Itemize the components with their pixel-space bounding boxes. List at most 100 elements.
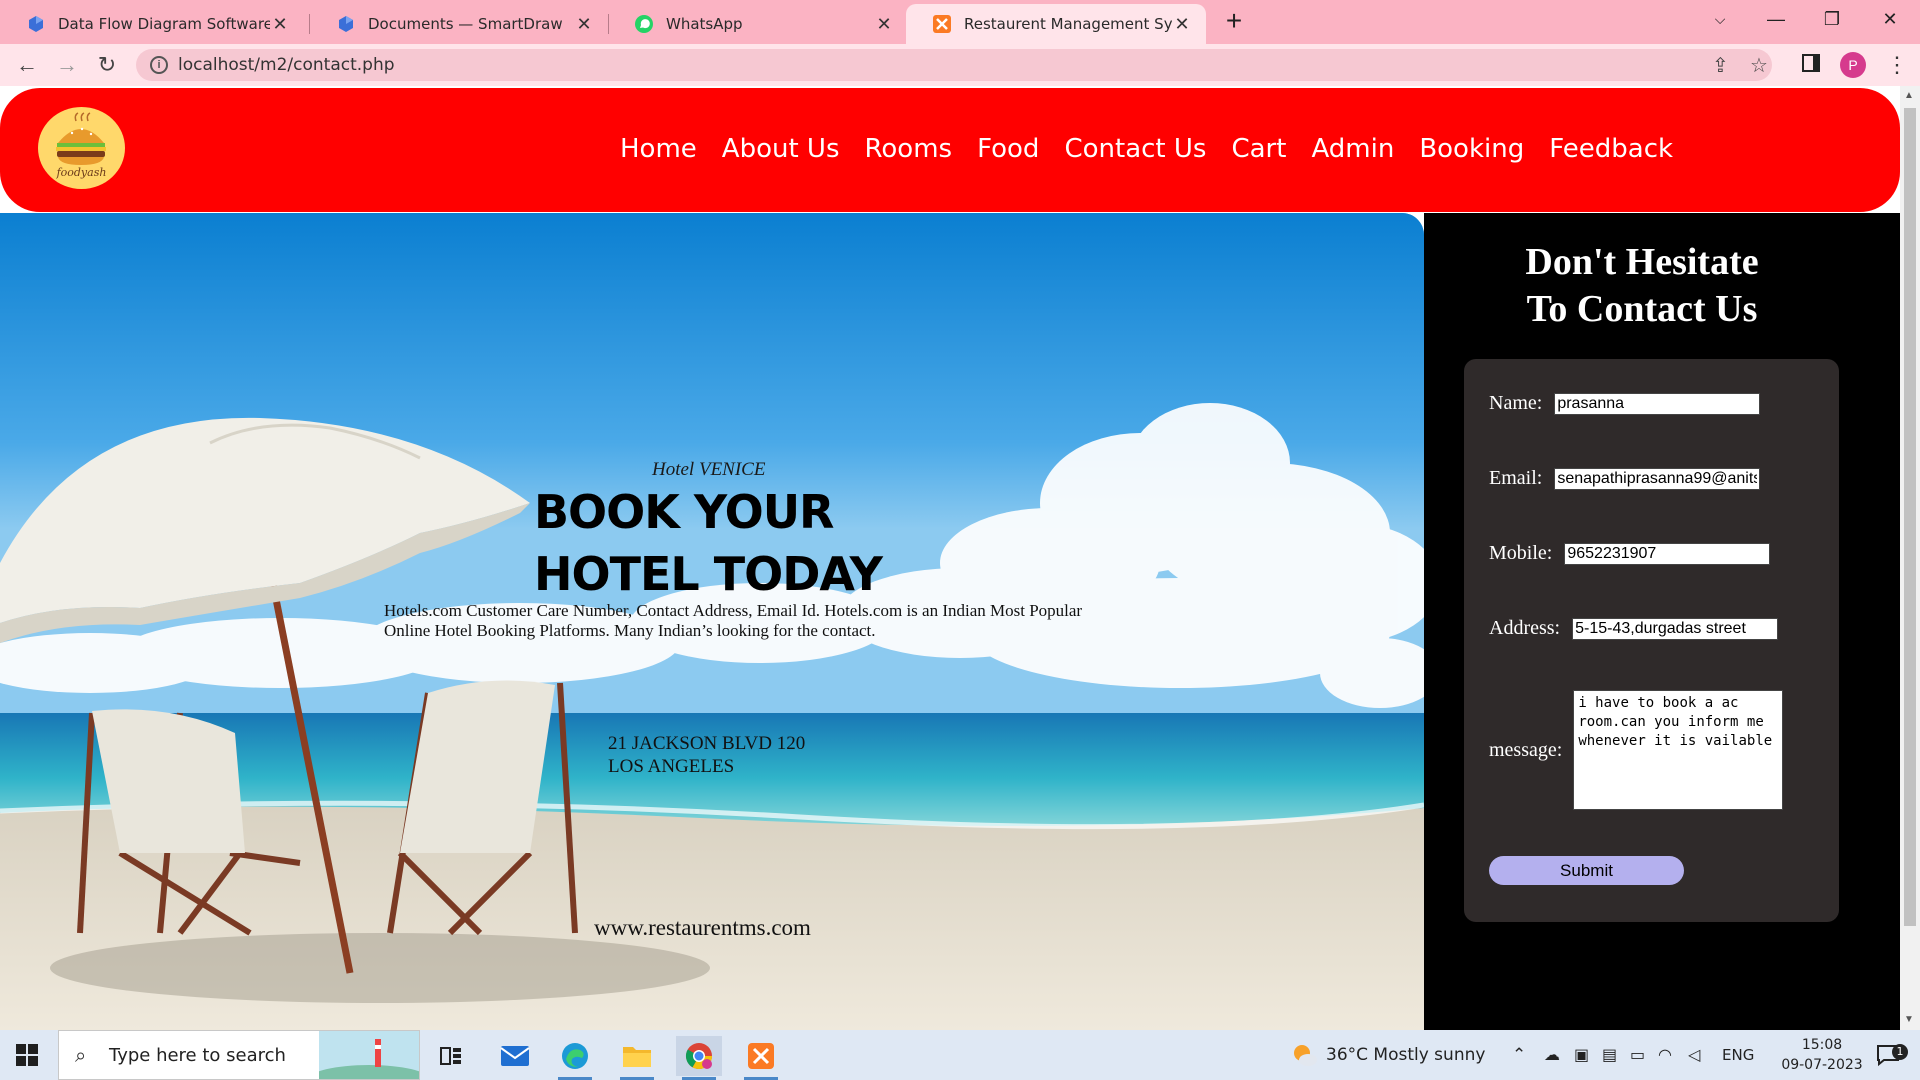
nav-about-us[interactable]: About Us bbox=[722, 134, 840, 164]
main-nav: Home About Us Rooms Food Contact Us Cart… bbox=[620, 134, 1673, 164]
back-icon[interactable]: ← bbox=[14, 52, 40, 78]
taskbar-search[interactable]: ⌕ Type here to search bbox=[58, 1030, 420, 1080]
show-hidden-icons[interactable]: ⌃ bbox=[1512, 1030, 1526, 1080]
task-view-icon[interactable] bbox=[428, 1036, 474, 1076]
nav-admin[interactable]: Admin bbox=[1311, 134, 1394, 164]
smartdraw-icon bbox=[26, 14, 46, 34]
bookmark-star-icon[interactable]: ☆ bbox=[1750, 53, 1768, 78]
nav-contact-us[interactable]: Contact Us bbox=[1064, 134, 1206, 164]
contact-title-line2: To Contact Us bbox=[1526, 288, 1758, 330]
name-field[interactable] bbox=[1554, 392, 1761, 415]
battery-icon[interactable]: ▭ bbox=[1630, 1030, 1645, 1080]
wifi-icon[interactable]: ◠ bbox=[1658, 1030, 1672, 1080]
search-highlight-image bbox=[319, 1031, 419, 1079]
address-field[interactable] bbox=[1572, 617, 1779, 640]
hero-section: Hotel VENICE BOOK YOUR HOTEL TODAY Hotel… bbox=[0, 213, 1424, 1030]
name-label: Name: bbox=[1489, 392, 1543, 414]
logo-caption: foodyash bbox=[56, 166, 107, 179]
weather-text: 36°C Mostly sunny bbox=[1326, 1045, 1486, 1065]
weather-sun-icon bbox=[1294, 1045, 1317, 1066]
foodyash-logo[interactable]: foodyash bbox=[38, 107, 125, 189]
reload-icon[interactable]: ↻ bbox=[94, 52, 120, 78]
edge-icon[interactable] bbox=[552, 1036, 598, 1080]
message-textarea[interactable]: i have to book a ac room.can you inform … bbox=[1573, 690, 1784, 810]
submit-button[interactable]: Submit bbox=[1489, 856, 1684, 885]
browser-menu-icon[interactable]: ⋮ bbox=[1886, 50, 1908, 80]
clock-date: 09-07-2023 bbox=[1781, 1057, 1863, 1073]
side-panel-icon[interactable] bbox=[1802, 54, 1820, 72]
share-icon[interactable]: ⇪ bbox=[1712, 53, 1729, 78]
minimize-button[interactable]: — bbox=[1748, 0, 1804, 40]
language-indicator[interactable]: ENG bbox=[1722, 1030, 1754, 1080]
hotel-address: 21 JACKSON BLVD 120 LOS ANGELES bbox=[608, 732, 805, 778]
hero-headline: BOOK YOUR HOTEL TODAY bbox=[534, 481, 883, 605]
tab-dataflow[interactable]: Data Flow Diagram Software - Fr ✕ bbox=[0, 4, 304, 44]
windows-start-icon[interactable] bbox=[16, 1044, 38, 1066]
tab-title: Restaurent Management System bbox=[964, 15, 1172, 33]
volume-icon[interactable]: ◁ bbox=[1688, 1030, 1700, 1080]
contact-panel: Don't Hesitate To Contact Us Name: Email… bbox=[1424, 213, 1900, 1030]
taskbar-clock[interactable]: 15:08 09-07-2023 bbox=[1780, 1035, 1864, 1075]
hotel-name: Hotel VENICE bbox=[652, 459, 766, 480]
close-window-button[interactable]: ✕ bbox=[1862, 0, 1918, 40]
tab-title: Documents — SmartDraw bbox=[368, 15, 563, 33]
page-scrollbar[interactable]: ▲ ▼ bbox=[1900, 86, 1920, 1030]
weather-widget[interactable]: 36°C Mostly sunny bbox=[1290, 1030, 1485, 1080]
scroll-up-icon[interactable]: ▲ bbox=[1904, 90, 1914, 101]
close-tab-icon[interactable]: ✕ bbox=[1172, 14, 1192, 35]
mobile-row: Mobile: bbox=[1489, 542, 1771, 565]
close-tab-icon[interactable]: ✕ bbox=[270, 14, 290, 35]
email-field[interactable] bbox=[1554, 467, 1761, 490]
toolbar: ← → ↻ i localhost/m2/contact.php ⇪ ☆ P ⋮ bbox=[0, 44, 1920, 86]
mobile-field[interactable] bbox=[1564, 542, 1771, 565]
new-tab-button[interactable]: + bbox=[1218, 6, 1250, 38]
profile-avatar[interactable]: P bbox=[1840, 52, 1866, 78]
tab-smartdraw-documents[interactable]: Documents — SmartDraw ✕ bbox=[310, 4, 608, 44]
windows-taskbar: ⌕ Type here to search 36°C Mostly sunny … bbox=[0, 1030, 1920, 1080]
address-line2: LOS ANGELES bbox=[608, 756, 735, 777]
tab-whatsapp[interactable]: WhatsApp ✕ bbox=[608, 4, 908, 44]
clock-time: 15:08 bbox=[1801, 1037, 1843, 1053]
address-bar[interactable]: i localhost/m2/contact.php ⇪ ☆ bbox=[136, 49, 1772, 81]
address-label: Address: bbox=[1489, 617, 1561, 639]
file-explorer-icon[interactable] bbox=[614, 1036, 660, 1080]
chrome-icon[interactable] bbox=[676, 1036, 722, 1080]
headline-line1: BOOK YOUR bbox=[534, 485, 834, 539]
email-label: Email: bbox=[1489, 467, 1543, 489]
contact-title-line1: Don't Hesitate bbox=[1525, 241, 1759, 283]
url-text[interactable]: localhost/m2/contact.php bbox=[178, 55, 395, 75]
nav-feedback[interactable]: Feedback bbox=[1549, 134, 1673, 164]
message-label: message: bbox=[1489, 738, 1563, 761]
restore-button[interactable]: ❐ bbox=[1804, 0, 1860, 40]
email-row: Email: bbox=[1489, 467, 1761, 490]
nav-home[interactable]: Home bbox=[620, 134, 697, 164]
scrollbar-thumb[interactable] bbox=[1904, 108, 1916, 926]
nav-booking[interactable]: Booking bbox=[1419, 134, 1524, 164]
notification-center-icon[interactable]: 1 bbox=[1876, 1030, 1908, 1080]
search-placeholder: Type here to search bbox=[109, 1045, 286, 1066]
nav-food[interactable]: Food bbox=[977, 134, 1039, 164]
name-row: Name: bbox=[1489, 392, 1761, 415]
page-viewport: foodyash Home About Us Rooms Food Contac… bbox=[0, 86, 1920, 1030]
tab-restaurant-management[interactable]: Restaurent Management System ✕ bbox=[906, 4, 1206, 44]
close-tab-icon[interactable]: ✕ bbox=[574, 14, 594, 35]
tab-strip: Data Flow Diagram Software - Fr ✕ Docume… bbox=[0, 0, 1920, 44]
hero-description: Hotels.com Customer Care Number, Contact… bbox=[384, 601, 1083, 640]
site-info-icon[interactable]: i bbox=[150, 56, 168, 74]
scroll-down-icon[interactable]: ▼ bbox=[1904, 1014, 1914, 1025]
mobile-label: Mobile: bbox=[1489, 542, 1553, 564]
nav-rooms[interactable]: Rooms bbox=[865, 134, 953, 164]
tray-meet-icon[interactable]: ▤ bbox=[1602, 1030, 1617, 1080]
mail-icon[interactable] bbox=[492, 1036, 538, 1076]
forward-icon[interactable]: → bbox=[54, 52, 80, 78]
address-row: Address: bbox=[1489, 617, 1779, 640]
address-line1: 21 JACKSON BLVD 120 bbox=[608, 733, 806, 754]
nav-cart[interactable]: Cart bbox=[1231, 134, 1286, 164]
tray-usb-icon[interactable]: ▣ bbox=[1574, 1030, 1589, 1080]
tray-cloud-icon[interactable]: ☁ bbox=[1544, 1030, 1560, 1080]
xampp-icon[interactable] bbox=[738, 1036, 784, 1080]
close-tab-icon[interactable]: ✕ bbox=[874, 14, 894, 35]
notification-count-badge: 1 bbox=[1892, 1044, 1908, 1060]
contact-form: Name: Email: Mobile: Address: message: i… bbox=[1464, 359, 1839, 922]
tab-search-icon[interactable]: ⌵ bbox=[1692, 0, 1748, 40]
